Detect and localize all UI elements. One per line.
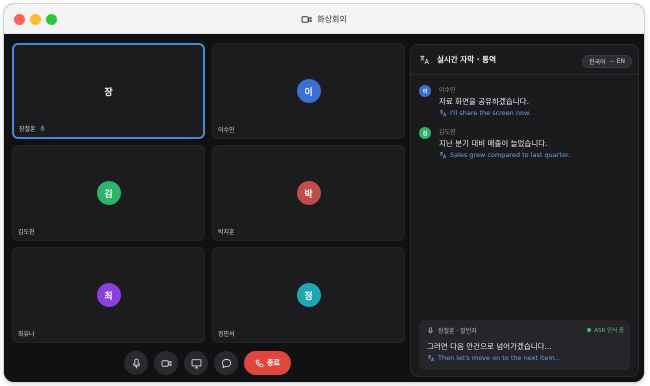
- target-language: EN: [616, 58, 625, 65]
- avatar: 최: [96, 283, 121, 307]
- avatar: 김: [96, 181, 121, 205]
- asr-status: ASR 인식 중: [587, 326, 624, 334]
- title-bar: 화상회의: [4, 4, 644, 34]
- caption-original: 자료 화면을 공유하겠습니다.: [439, 97, 529, 106]
- panel-header: 실시간 자막 · 통역 한국어 → EN: [411, 45, 638, 75]
- translate-icon: [427, 355, 435, 362]
- participant-name-group: 김도현: [18, 227, 35, 236]
- status-dot: [587, 328, 592, 332]
- end-call-button[interactable]: 종료: [244, 351, 291, 375]
- app-window: 화상회의 장 장철훈 이 이수민 김 김도현 박 박지훈 최 최유나 정 정민석…: [4, 4, 644, 382]
- caption-translation: I'll share the screen now.: [450, 109, 531, 117]
- participant-tile[interactable]: 최 최유나: [12, 247, 205, 343]
- participant-name: 장철훈: [19, 126, 36, 133]
- participant-name: 김도현: [18, 229, 35, 236]
- chat-icon: [221, 358, 231, 368]
- translate-icon: [439, 110, 447, 117]
- participant-tile[interactable]: 이 이수민: [212, 43, 405, 139]
- language-arrow: →: [608, 58, 614, 65]
- caption-original: 지난 분기 대비 매출이 늘었습니다.: [439, 139, 548, 148]
- avatar: 박: [296, 181, 321, 205]
- live-speaker: 장철훈 · 발언자: [438, 328, 477, 335]
- video-camera-icon: [301, 15, 312, 23]
- caption-panel: 실시간 자막 · 통역 한국어 → EN 이 이수민 자료 화면을 공유하겠습니…: [410, 44, 639, 377]
- avatar: 장: [96, 79, 121, 103]
- participant-tile[interactable]: 박 박지훈: [212, 145, 405, 241]
- avatar: 이: [296, 79, 321, 103]
- screen-share-button[interactable]: [184, 351, 208, 375]
- source-language: 한국어: [589, 59, 606, 66]
- video-camera-icon: [161, 359, 171, 367]
- translate-icon: [420, 55, 429, 65]
- avatar: 김: [419, 127, 431, 139]
- monitor-icon: [191, 358, 201, 368]
- participant-name: 박지훈: [218, 229, 235, 236]
- caption-speaker: 이수민: [439, 87, 456, 94]
- panel-title: 실시간 자막 · 통역: [437, 55, 496, 64]
- participant-name-group: 장철훈: [19, 124, 46, 133]
- caption-speaker: 김도현: [439, 129, 456, 136]
- live-caption-box: 장철훈 · 발언자 ASR 인식 중 그러면 다음 안건으로 넘어가겠습니다..…: [419, 320, 630, 370]
- participant-name-group: 박지훈: [218, 227, 235, 236]
- live-speaker-row: 장철훈 · 발언자: [427, 326, 477, 335]
- meeting-area: 장 장철훈 이 이수민 김 김도현 박 박지훈 최 최유나 정 정민석 종료 실…: [4, 34, 644, 382]
- participant-name: 최유나: [18, 331, 35, 338]
- live-original: 그러면 다음 안건으로 넘어가겠습니다...: [427, 342, 552, 351]
- end-call-label: 종료: [267, 359, 280, 367]
- phone-icon: [255, 359, 264, 367]
- mute-button[interactable]: [124, 351, 148, 375]
- window-title-group: 화상회의: [4, 4, 644, 34]
- caption-translation-row: I'll share the screen now.: [439, 109, 531, 117]
- microphone-icon: [428, 327, 433, 334]
- caption-translation-row: Sales grew compared to last quarter.: [439, 151, 570, 159]
- translate-icon: [439, 152, 447, 159]
- language-selector[interactable]: 한국어 → EN: [582, 55, 632, 68]
- participant-name-group: 이수민: [218, 125, 235, 134]
- window-title: 화상회의: [317, 14, 347, 24]
- call-controls: 종료: [124, 351, 304, 375]
- avatar: 이: [419, 85, 431, 97]
- participant-name-group: 최유나: [18, 329, 35, 338]
- chat-button[interactable]: [214, 351, 238, 375]
- camera-button[interactable]: [154, 351, 178, 375]
- live-translation: Then let's move on to the next item...: [438, 354, 561, 362]
- asr-status-label: ASR 인식 중: [594, 328, 624, 334]
- participant-tile[interactable]: 장 장철훈: [12, 43, 205, 139]
- live-translation-row: Then let's move on to the next item...: [427, 354, 561, 362]
- participant-name-group: 정민석: [218, 329, 235, 338]
- participant-grid: 장 장철훈 이 이수민 김 김도현 박 박지훈 최 최유나 정 정민석: [12, 43, 406, 343]
- participant-name: 정민석: [218, 331, 235, 338]
- caption-translation: Sales grew compared to last quarter.: [450, 151, 571, 159]
- participant-tile[interactable]: 정 정민석: [212, 247, 405, 343]
- participant-tile[interactable]: 김 김도현: [12, 145, 205, 241]
- microphone-icon: [39, 125, 45, 132]
- avatar: 정: [296, 283, 321, 307]
- participant-name: 이수민: [218, 127, 235, 134]
- microphone-icon: [132, 358, 140, 368]
